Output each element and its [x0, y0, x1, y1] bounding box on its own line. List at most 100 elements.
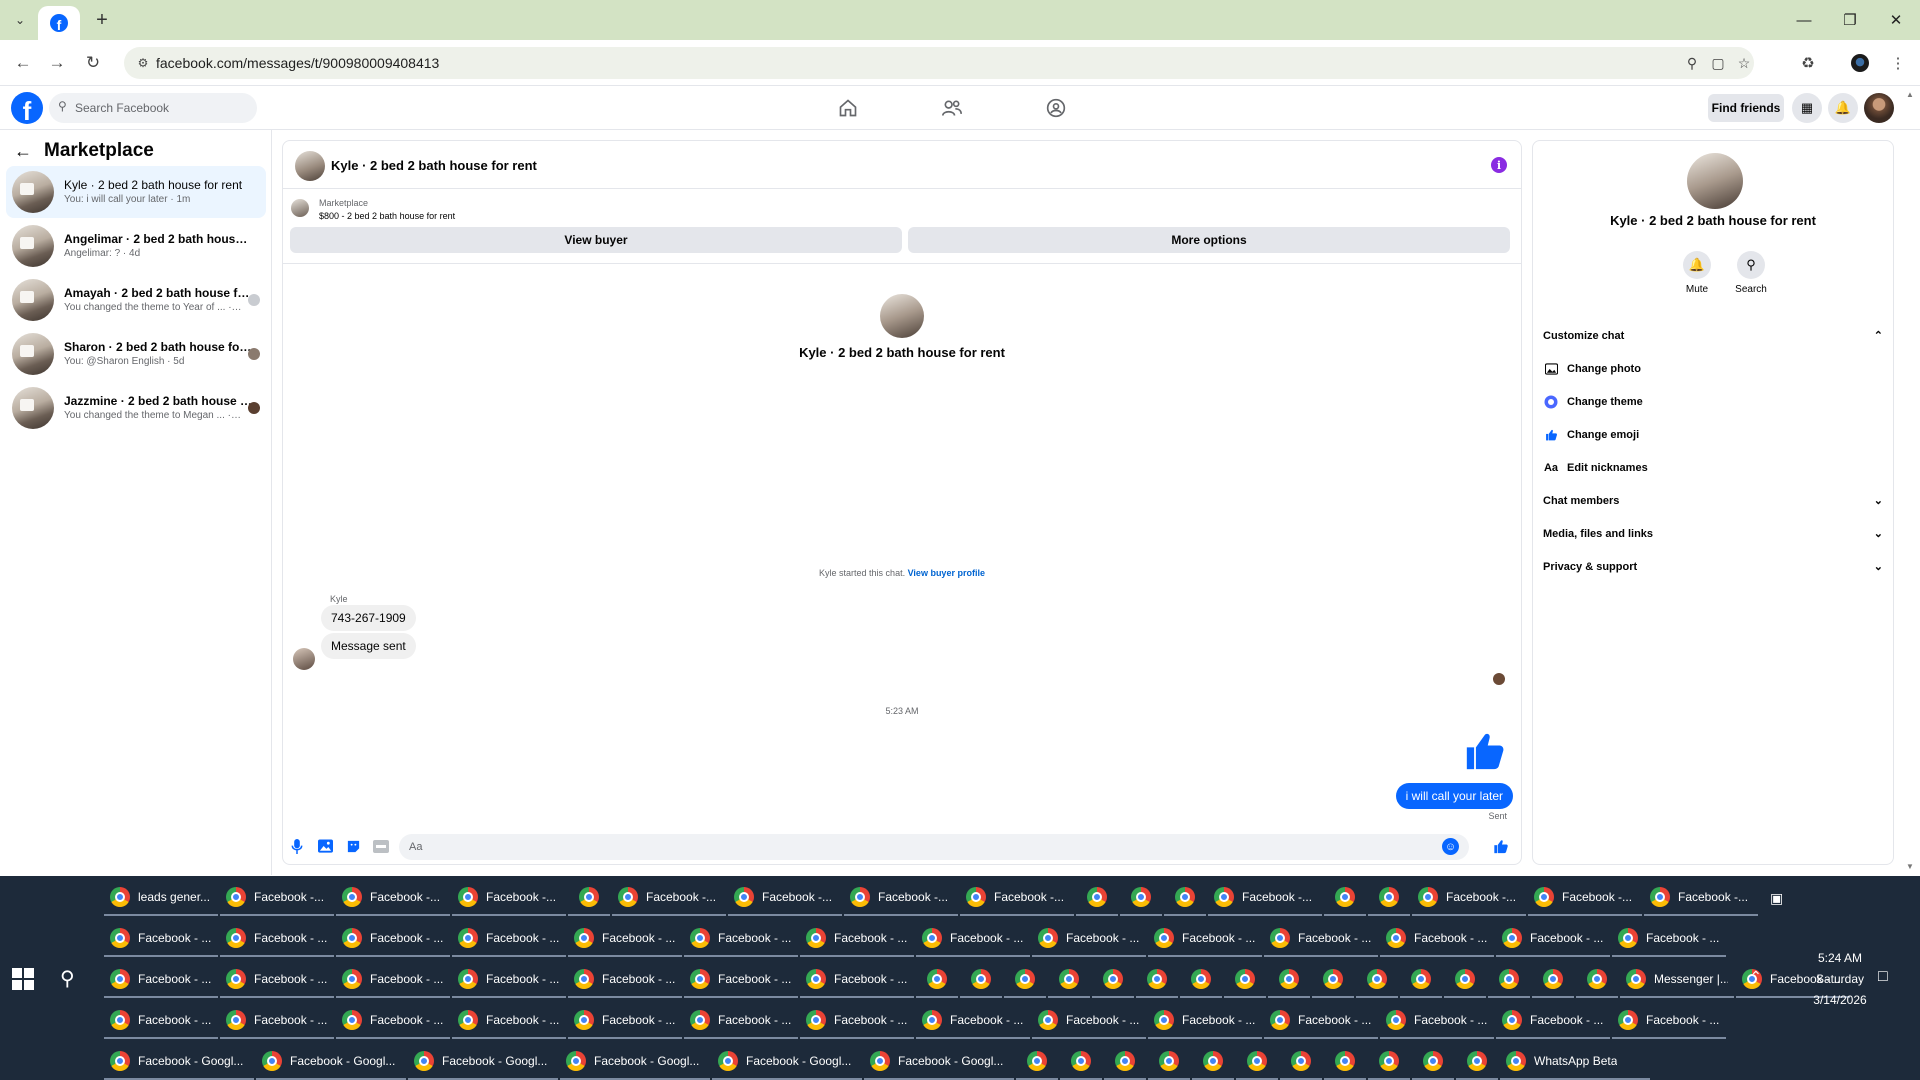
taskbar-window-button[interactable] — [1576, 962, 1618, 998]
details-avatar[interactable] — [1687, 153, 1743, 209]
scrollbar-up-arrow-icon[interactable]: ▲ — [1906, 90, 1914, 99]
conversation-info-icon[interactable]: i — [1491, 157, 1507, 173]
taskbar-window-button[interactable] — [960, 962, 1002, 998]
new-tab-icon[interactable]: + — [90, 8, 114, 32]
taskbar-window-button[interactable]: Facebook - Googl... — [864, 1044, 1014, 1080]
taskbar-window-button[interactable] — [1280, 1044, 1322, 1080]
taskbar-window-button[interactable]: Facebook -... — [1528, 880, 1642, 916]
taskbar-window-button[interactable]: Facebook -... — [1412, 880, 1526, 916]
taskbar-window-button[interactable]: Facebook - ... — [684, 962, 798, 998]
taskbar-window-button[interactable]: Facebook - ... — [220, 962, 334, 998]
extensions-icon[interactable]: ♻ — [1796, 52, 1820, 74]
taskbar-window-button[interactable]: Facebook - ... — [336, 921, 450, 957]
chrome-profile-icon[interactable] — [1848, 52, 1872, 74]
find-friends-button[interactable]: Find friends — [1708, 94, 1784, 122]
taskbar-window-button[interactable]: Facebook - ... — [916, 921, 1030, 957]
view-buyer-button[interactable]: View buyer — [290, 227, 902, 253]
site-settings-icon[interactable]: ⚙ — [134, 54, 152, 72]
taskbar-window-button[interactable]: Facebook - ... — [1496, 921, 1610, 957]
taskbar-window-button[interactable]: Facebook - ... — [800, 921, 914, 957]
chat-members-section[interactable]: Chat members ⌄ — [1543, 488, 1883, 514]
chat-item-amayah[interactable]: Amayah · 2 bed 2 bath house fo... You ch… — [6, 274, 266, 326]
sticker-icon[interactable] — [345, 838, 361, 854]
taskbar-window-button[interactable]: Facebook -... — [844, 880, 958, 916]
taskbar-window-button[interactable] — [568, 880, 610, 916]
home-icon[interactable] — [836, 96, 860, 120]
taskbar-window-button[interactable]: Facebook -... — [336, 880, 450, 916]
taskbar-window-button[interactable] — [1180, 962, 1222, 998]
taskbar-window-button[interactable] — [1060, 1044, 1102, 1080]
taskbar-window-button[interactable]: Facebook - ... — [1496, 1003, 1610, 1039]
scrollbar-down-arrow-icon[interactable]: ▼ — [1906, 862, 1914, 871]
taskbar-window-button[interactable]: Facebook - ... — [104, 921, 218, 957]
taskbar-window-button[interactable] — [1224, 962, 1266, 998]
tab-search-icon[interactable]: ⌄ — [8, 8, 32, 32]
taskbar-window-button[interactable]: Facebook - ... — [1380, 921, 1494, 957]
taskbar-window-button[interactable]: Facebook - ... — [1380, 1003, 1494, 1039]
taskbar-window-button[interactable]: Facebook - ... — [1612, 1003, 1726, 1039]
taskbar-window-button[interactable] — [1048, 962, 1090, 998]
microphone-icon[interactable] — [289, 838, 305, 854]
browser-tab-facebook[interactable]: f — [38, 6, 80, 40]
conversation-avatar[interactable] — [295, 151, 325, 181]
taskbar-window-button[interactable] — [1104, 1044, 1146, 1080]
facebook-logo-icon[interactable]: f — [11, 92, 43, 124]
windows-start-icon[interactable] — [12, 968, 34, 990]
bookmark-star-icon[interactable]: ☆ — [1734, 54, 1754, 72]
taskbar-window-button[interactable]: Facebook - ... — [220, 921, 334, 957]
taskbar-window-button[interactable] — [1356, 962, 1398, 998]
taskbar-window-button[interactable] — [1268, 962, 1310, 998]
notifications-bell-icon[interactable]: 🔔 — [1828, 93, 1858, 123]
taskbar-window-button[interactable]: Facebook - ... — [1264, 921, 1378, 957]
zoom-icon[interactable]: ⚲ — [1682, 54, 1702, 72]
taskbar-window-button[interactable]: Facebook - ... — [1032, 921, 1146, 957]
sender-avatar[interactable] — [293, 648, 315, 670]
taskbar-window-button[interactable]: Facebook - ... — [800, 1003, 914, 1039]
taskbar-window-button[interactable]: Facebook - ... — [452, 921, 566, 957]
taskbar-window-button[interactable] — [1120, 880, 1162, 916]
taskbar-window-button[interactable]: Facebook - ... — [800, 962, 914, 998]
taskbar-window-button[interactable] — [1312, 962, 1354, 998]
taskbar-window-button[interactable] — [1076, 880, 1118, 916]
incoming-message[interactable]: Message sent — [321, 633, 416, 659]
taskbar-window-button[interactable] — [1368, 1044, 1410, 1080]
chrome-menu-icon[interactable]: ⋮ — [1886, 52, 1910, 74]
taskbar-window-button[interactable]: Facebook - ... — [220, 1003, 334, 1039]
taskbar-window-button[interactable] — [1532, 962, 1574, 998]
taskbar-window-button[interactable]: Facebook - ... — [916, 1003, 1030, 1039]
friends-icon[interactable] — [940, 96, 964, 120]
taskbar-window-button[interactable]: Facebook - ... — [684, 921, 798, 957]
taskbar-window-button[interactable]: Facebook - Googl... — [712, 1044, 862, 1080]
taskbar-window-button[interactable]: Facebook - ... — [568, 962, 682, 998]
taskbar-window-button[interactable]: Facebook - ... — [452, 962, 566, 998]
taskbar-window-button[interactable] — [1004, 962, 1046, 998]
taskbar-window-button[interactable]: Facebook - ... — [1148, 921, 1262, 957]
groups-icon[interactable] — [1044, 96, 1068, 120]
taskbar-window-button[interactable]: Facebook - ... — [1612, 921, 1726, 957]
taskbar-window-button[interactable]: Facebook -... — [1644, 880, 1758, 916]
taskbar-window-button[interactable]: Facebook - ... — [568, 1003, 682, 1039]
taskbar-window-button[interactable] — [1488, 962, 1530, 998]
taskbar-window-button[interactable]: Facebook - ... — [1264, 1003, 1378, 1039]
address-bar[interactable]: ⚙ facebook.com/messages/t/90098000940841… — [124, 47, 1754, 79]
change-emoji-item[interactable]: Change emoji — [1543, 422, 1883, 448]
notification-center-icon[interactable]: □ — [1878, 968, 1888, 986]
thumbs-up-icon[interactable] — [1463, 731, 1507, 771]
message-input[interactable]: Aa ☺ — [399, 834, 1469, 860]
chat-item-angelimar[interactable]: Angelimar · 2 bed 2 bath house fo... Ang… — [6, 220, 266, 272]
chat-item-jazzmine[interactable]: Jazzmine · 2 bed 2 bath house f... You c… — [6, 382, 266, 434]
send-like-icon[interactable] — [1493, 838, 1509, 854]
taskbar-window-button[interactable] — [1092, 962, 1134, 998]
customize-chat-section[interactable]: Customize chat ⌃ — [1543, 323, 1883, 349]
taskbar-window-button[interactable] — [1444, 962, 1486, 998]
change-theme-item[interactable]: Change theme — [1543, 389, 1883, 415]
conversation-title[interactable]: Kyle · 2 bed 2 bath house for rent — [331, 158, 537, 173]
taskbar-window-button[interactable] — [1236, 1044, 1278, 1080]
facebook-search-input[interactable]: ⚲ Search Facebook — [49, 93, 257, 123]
taskbar-window-button[interactable] — [1164, 880, 1206, 916]
taskbar-window-button[interactable]: Facebook - ... — [568, 921, 682, 957]
gif-icon[interactable] — [373, 838, 389, 854]
forward-icon[interactable]: → — [44, 50, 70, 76]
change-photo-item[interactable]: Change photo — [1543, 356, 1883, 382]
taskbar-window-button[interactable]: Facebook - ... — [104, 1003, 218, 1039]
